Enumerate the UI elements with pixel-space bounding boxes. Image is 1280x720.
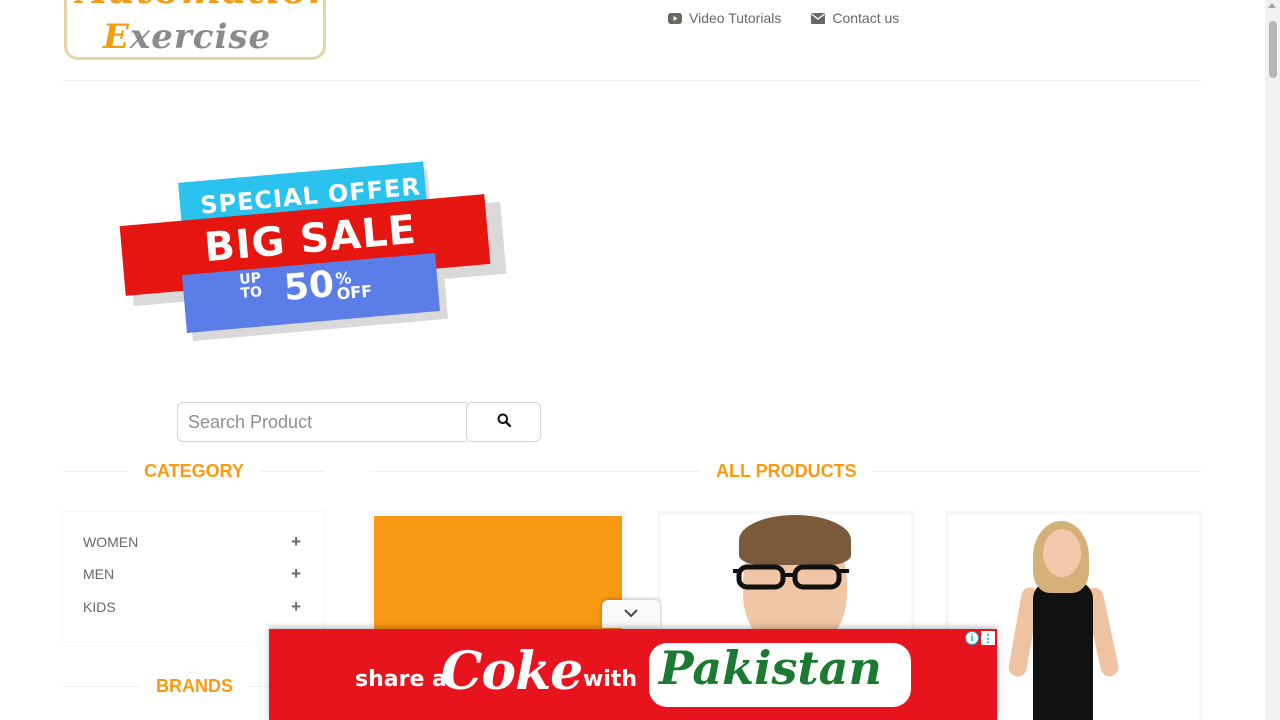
- page: Automation Exercise Video Tutorials Cont…: [0, 0, 1280, 720]
- ad-share-text: share a: [355, 667, 447, 692]
- ad-country-text: Pakistan: [659, 641, 882, 695]
- category-panel: WOMEN + MEN + KIDS +: [62, 511, 325, 642]
- site-logo[interactable]: Automation Exercise: [64, 0, 326, 60]
- scroll-up-arrow-icon[interactable]: [1268, 3, 1276, 8]
- all-products-title: All Products: [700, 461, 873, 482]
- plus-icon[interactable]: +: [291, 532, 301, 552]
- top-nav: Video Tutorials Contact us: [668, 10, 899, 26]
- ad-collapse-button[interactable]: [602, 600, 660, 628]
- brands-title: Brands: [140, 676, 250, 697]
- nav-contact-us[interactable]: Contact us: [811, 10, 899, 26]
- plus-icon[interactable]: +: [291, 564, 301, 584]
- banner-up-to: UP TO: [238, 270, 263, 302]
- ad-with-text: with: [583, 667, 638, 692]
- search-input[interactable]: [177, 402, 467, 442]
- category-item-label: MEN: [83, 566, 115, 582]
- category-item-label: KIDS: [83, 599, 116, 615]
- category-item-kids[interactable]: KIDS +: [83, 597, 301, 617]
- scrollbar-thumb[interactable]: [1269, 21, 1277, 78]
- nav-video-tutorials[interactable]: Video Tutorials: [668, 10, 781, 26]
- ad-brand-text: Coke: [441, 641, 583, 702]
- envelope-icon: [811, 12, 826, 24]
- ad-info-icon[interactable]: i: [965, 631, 979, 645]
- banner-percent-value: 50: [282, 263, 336, 310]
- category-item-women[interactable]: WOMEN +: [83, 532, 301, 552]
- advertisement-banner[interactable]: share a Coke with Pakistan i ⋮: [269, 629, 997, 720]
- category-item-men[interactable]: MEN +: [83, 564, 301, 584]
- nav-video-tutorials-label: Video Tutorials: [689, 10, 782, 26]
- search-icon: [497, 413, 511, 432]
- logo-line-1: Automation: [77, 0, 323, 12]
- plus-icon[interactable]: +: [291, 597, 301, 617]
- logo-line-2: Exercise: [103, 17, 272, 57]
- search-button[interactable]: [466, 402, 541, 442]
- header-divider: [62, 80, 1202, 81]
- youtube-icon: [668, 12, 682, 24]
- product-search: [177, 402, 542, 442]
- banner-percent-off: % OFF: [334, 268, 373, 304]
- nav-contact-us-label: Contact us: [832, 10, 900, 26]
- ad-menu-icon[interactable]: ⋮: [981, 631, 995, 645]
- category-item-label: WOMEN: [83, 534, 139, 550]
- page-scrollbar[interactable]: [1265, 0, 1280, 720]
- category-title: Category: [128, 461, 261, 482]
- chevron-down-icon: [624, 605, 638, 623]
- sale-banner[interactable]: SPECIAL OFFER BIG SALE UP TO 50 % OFF: [118, 160, 508, 342]
